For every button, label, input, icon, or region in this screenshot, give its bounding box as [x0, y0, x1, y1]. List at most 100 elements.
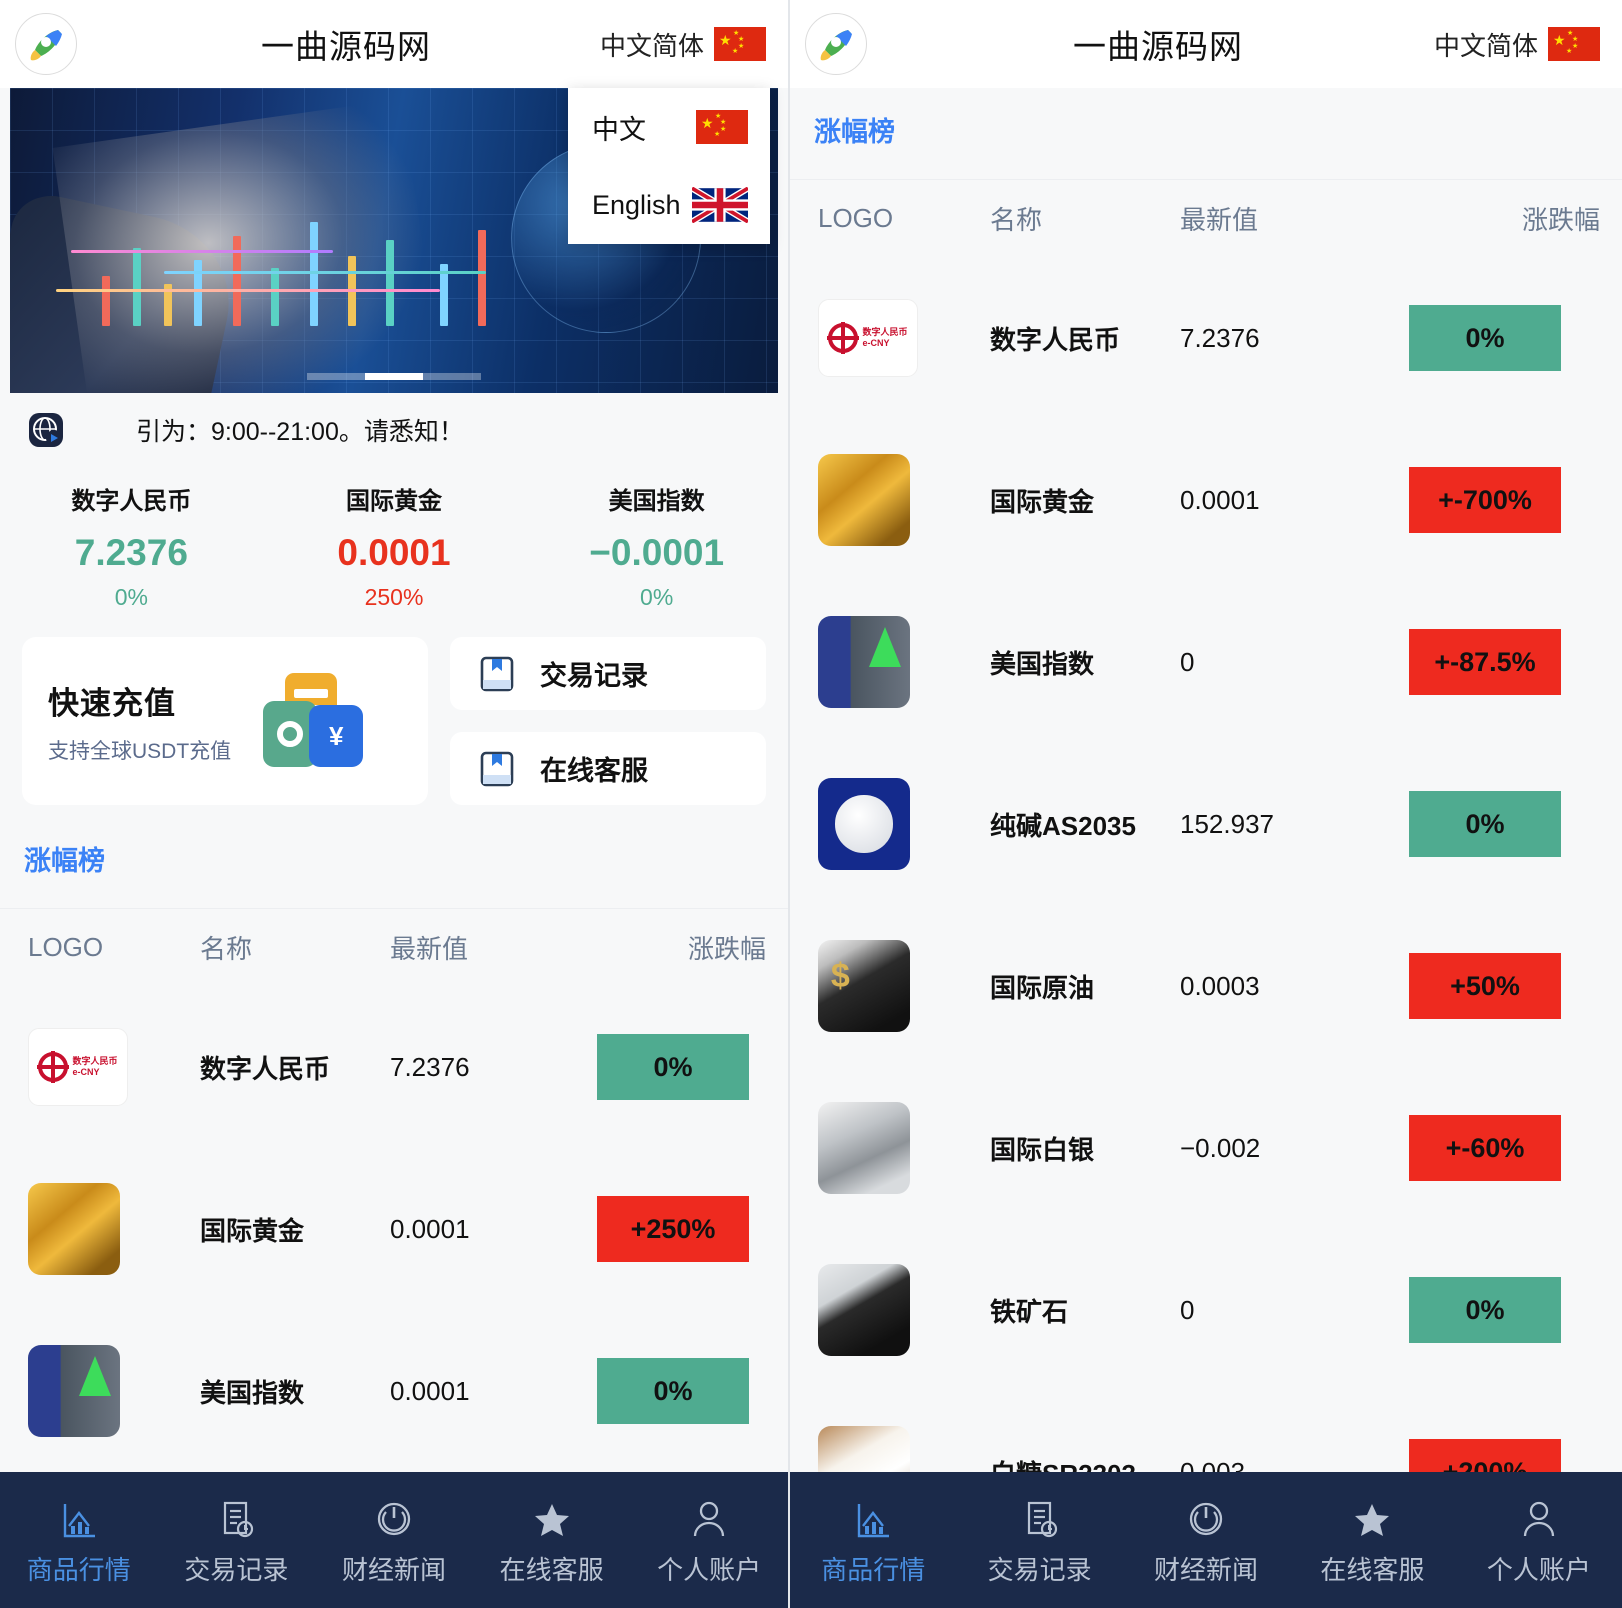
nav-item-news[interactable]: 财经新闻	[1123, 1494, 1289, 1587]
app-header: 一曲源码网 中文简体 ★ ★ ★ ★ ★	[790, 0, 1622, 88]
quote-change: 0%	[114, 584, 148, 610]
nav-item-account[interactable]: 个人账户	[1456, 1494, 1622, 1587]
right-screen: 一曲源码网 中文简体 ★ ★ ★ ★ ★ 涨幅榜 LOGO 名称 最新值 涨跌幅 数字人…	[790, 0, 1622, 1608]
change-badge: 0%	[597, 1358, 749, 1424]
language-option-label: 中文	[592, 114, 646, 145]
power-icon	[372, 1494, 416, 1542]
rank-table-header: LOGO 名称 最新值 涨跌幅	[790, 179, 1622, 257]
table-row[interactable]: 美国指数 0 +-87.5%	[790, 581, 1622, 743]
gold-thumb-icon	[818, 454, 910, 546]
row-name: 国际原油	[990, 972, 1095, 1003]
china-flag-icon: ★ ★ ★ ★ ★	[1548, 27, 1600, 61]
book-icon	[476, 653, 518, 695]
nav-item-support[interactable]: 在线客服	[473, 1494, 631, 1587]
chart-icon	[851, 1494, 895, 1542]
row-name: 美国指数	[990, 648, 1095, 679]
language-option-chinese[interactable]: 中文 ★ ★ ★ ★ ★	[568, 88, 770, 166]
nav-label: 在线客服	[499, 1554, 604, 1585]
nav-item-records[interactable]: 交易记录	[956, 1494, 1122, 1587]
carousel-indicator[interactable]	[307, 373, 481, 380]
change-badge: +-700%	[1409, 467, 1561, 533]
table-row[interactable]: 铁矿石 0 0%	[790, 1229, 1622, 1391]
row-value: 152.937	[1180, 808, 1274, 839]
banner-hand-image	[52, 98, 444, 393]
quote-name: 数字人民币	[71, 488, 192, 515]
app-logo	[790, 13, 882, 75]
change-badge: +-60%	[1409, 1115, 1561, 1181]
table-row[interactable]: 数字人民币 e-CNY 数字人民币 7.2376 0%	[0, 986, 788, 1148]
nav-item-market[interactable]: 商品行情	[790, 1494, 956, 1587]
nav-item-account[interactable]: 个人账户	[630, 1494, 788, 1587]
language-option-english[interactable]: English	[568, 166, 770, 244]
row-value: 0	[1180, 646, 1195, 677]
table-row[interactable]: 国际原油 0.0003 +50%	[790, 905, 1622, 1067]
chart-icon	[57, 1494, 101, 1542]
trade-records-label: 交易记录	[540, 661, 648, 691]
quote-item[interactable]: 数字人民币 7.2376 0%	[0, 481, 263, 611]
row-name: 数字人民币	[200, 1053, 331, 1084]
quote-strip: 数字人民币 7.2376 0% 国际黄金 0.0001 250% 美国指数 −0…	[0, 467, 788, 637]
china-flag-icon: ★ ★ ★ ★ ★	[714, 27, 766, 61]
page-title: 一曲源码网	[1072, 28, 1243, 65]
quote-item[interactable]: 美国指数 −0.0001 0%	[525, 481, 788, 611]
language-switcher[interactable]: 中文简体 ★ ★ ★ ★ ★	[600, 26, 788, 63]
column-header-value: 最新值	[390, 934, 469, 964]
carousel-dot[interactable]	[307, 373, 365, 380]
nav-item-news[interactable]: 财经新闻	[315, 1494, 473, 1587]
row-value: 0.0001	[1180, 484, 1260, 515]
nav-label: 交易记录	[987, 1554, 1092, 1585]
table-row[interactable]: 美国指数 0.0001 0%	[0, 1310, 788, 1472]
column-header-change: 涨跌幅	[687, 934, 766, 964]
carousel-dot-active[interactable]	[365, 373, 423, 380]
us-index-thumb-icon	[818, 616, 910, 708]
language-switcher[interactable]: 中文简体 ★ ★ ★ ★ ★	[1434, 26, 1622, 63]
quick-recharge-card[interactable]: 快速充值 支持全球USDT充值 ¥	[22, 637, 428, 805]
row-name: 国际黄金	[990, 486, 1095, 517]
uk-flag-icon	[690, 185, 750, 225]
language-dropdown[interactable]: 中文 ★ ★ ★ ★ ★ English	[568, 88, 770, 244]
payment-cards-icon: ¥	[245, 673, 364, 769]
row-value: 0	[1180, 1294, 1195, 1325]
row-value: 0.0001	[390, 1375, 470, 1406]
online-service-label: 在线客服	[540, 756, 648, 786]
nav-label: 在线客服	[1320, 1554, 1425, 1585]
quote-name: 美国指数	[608, 488, 705, 515]
change-badge: +50%	[1409, 953, 1561, 1019]
soda-ash-thumb-icon	[818, 778, 910, 870]
row-value: 0.0001	[390, 1213, 470, 1244]
row-value: −0.002	[1180, 1132, 1261, 1163]
carousel-dot[interactable]	[423, 373, 481, 380]
table-row[interactable]: 纯碱AS2035 152.937 0%	[790, 743, 1622, 905]
language-option-label: English	[592, 189, 681, 220]
nav-label: 个人账户	[657, 1554, 762, 1585]
ecny-logo-icon: 数字人民币 e-CNY	[28, 1028, 128, 1106]
nav-item-support[interactable]: 在线客服	[1289, 1494, 1455, 1587]
bottom-navigation[interactable]: 商品行情 交易记录 财经新闻 在线客服 个人账户	[0, 1472, 788, 1608]
user-icon	[1517, 1494, 1561, 1542]
globe-announcement-icon	[26, 410, 66, 450]
table-row[interactable]: 数字人民币 e-CNY 数字人民币 7.2376 0%	[790, 257, 1622, 419]
trade-records-button[interactable]: 交易记录	[450, 637, 766, 710]
nav-label: 交易记录	[184, 1554, 289, 1585]
nav-item-records[interactable]: 交易记录	[158, 1494, 316, 1587]
quote-change: 0%	[640, 584, 674, 610]
nav-label: 商品行情	[821, 1554, 926, 1585]
silver-thumb-icon	[818, 1102, 910, 1194]
iron-ore-thumb-icon	[818, 1264, 910, 1356]
quote-value: 7.2376	[74, 532, 188, 573]
row-name: 国际白银	[990, 1134, 1095, 1165]
document-icon	[214, 1494, 258, 1542]
nav-item-market[interactable]: 商品行情	[0, 1494, 158, 1587]
recharge-subtitle: 支持全球USDT充值	[48, 739, 232, 763]
power-icon	[1184, 1494, 1228, 1542]
online-service-button[interactable]: 在线客服	[450, 732, 766, 805]
notice-bar[interactable]: 引为：9:00--21:00。请悉知！	[0, 393, 788, 467]
table-row[interactable]: 国际白银 −0.002 +-60%	[790, 1067, 1622, 1229]
rocket-icon	[15, 13, 77, 75]
table-row[interactable]: 国际黄金 0.0001 +-700%	[790, 419, 1622, 581]
table-row[interactable]: 国际黄金 0.0001 +250%	[0, 1148, 788, 1310]
book-icon	[476, 748, 518, 790]
quote-item[interactable]: 国际黄金 0.0001 250%	[263, 481, 526, 611]
bottom-navigation[interactable]: 商品行情 交易记录 财经新闻 在线客服 个人账户	[790, 1472, 1622, 1608]
row-name: 国际黄金	[200, 1215, 305, 1246]
